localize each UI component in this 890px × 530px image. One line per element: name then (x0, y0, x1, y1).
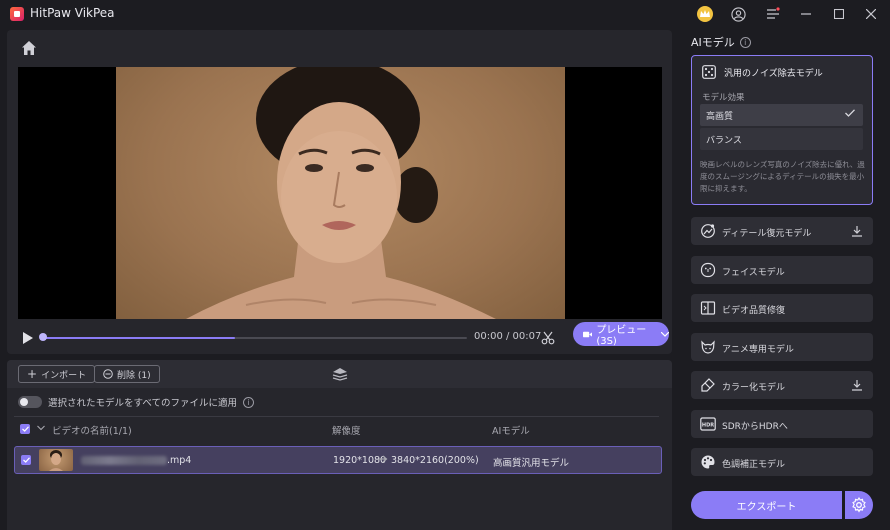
delete-label: 削除 (1) (117, 370, 151, 381)
svg-text:HDR: HDR (702, 423, 714, 429)
detail-icon (700, 223, 716, 239)
column-resolution: 解像度 (332, 426, 361, 437)
apply-all-row: 選択されたモデルをすべてのファイルに適用 i (18, 395, 254, 409)
video-thumbnail (39, 449, 73, 471)
model-label: ディテール復元モデル (722, 229, 812, 239)
export-label: エクスポート (736, 501, 797, 513)
model-sdr-hdr[interactable]: HDR SDRからHDRへ (691, 410, 873, 438)
download-icon[interactable] (851, 225, 863, 240)
delete-button[interactable]: 削除 (1) (94, 365, 160, 383)
divider (14, 416, 659, 417)
file-extension: .mp4 (167, 455, 192, 466)
selected-model-title: 汎用のノイズ除去モデル (724, 69, 823, 79)
panel-title-text: AIモデル (691, 36, 735, 49)
seek-progress (45, 337, 235, 339)
model-detail-restore[interactable]: ディテール復元モデル (691, 217, 873, 245)
model-anime[interactable]: アニメ専用モデル (691, 333, 873, 361)
plus-icon: + (27, 367, 38, 381)
app-logo-icon (10, 7, 24, 21)
row-model: 高画質汎用モデル (493, 458, 570, 469)
settings-gear-icon[interactable] (845, 491, 873, 519)
arrow-right-icon (379, 455, 388, 466)
selected-model-card[interactable]: 汎用のノイズ除去モデル モデル効果 高画質 バランス 映画レベルのレンズ写真のノ… (691, 55, 873, 205)
option-label: 高画質 (706, 111, 734, 122)
preview-button-label: プレビュー(3S) (596, 325, 647, 347)
info-icon[interactable]: i (242, 396, 254, 408)
video-preview (18, 67, 662, 319)
model-face[interactable]: フェイスモデル (691, 256, 873, 284)
file-list-panel: + インポート 削除 (1) 選択されたモデルをすべてのファイルに適用 i ビデ… (7, 360, 672, 530)
model-colorize[interactable]: カラー化モデル (691, 371, 873, 399)
model-label: 色調補正モデル (722, 460, 786, 470)
seek-handle[interactable] (39, 333, 47, 341)
column-model: AIモデル (492, 426, 530, 437)
seek-bar[interactable] (45, 337, 467, 339)
option-label: バランス (706, 135, 742, 146)
chevron-down-icon[interactable] (660, 329, 670, 340)
crown-icon[interactable] (697, 6, 713, 22)
model-label: アニメ専用モデル (722, 345, 794, 355)
info-icon[interactable]: i (739, 36, 751, 48)
account-icon[interactable] (730, 6, 746, 22)
menu-icon[interactable] (765, 6, 781, 22)
column-name: ビデオの名前(1/1) (52, 426, 132, 437)
minimize-button[interactable] (795, 4, 817, 24)
model-video-repair[interactable]: ビデオ品質修復 (691, 294, 873, 322)
model-color-grade[interactable]: 色調補正モデル (691, 448, 873, 476)
apply-all-toggle[interactable] (18, 396, 42, 408)
import-button[interactable]: + インポート (18, 365, 96, 383)
model-label: カラー化モデル (722, 383, 786, 393)
video-repair-icon (700, 300, 716, 316)
resolution-to: 3840*2160(200%) (391, 455, 479, 466)
import-label: インポート (41, 370, 87, 381)
colorize-icon (700, 377, 716, 393)
list-toolbar: + インポート 削除 (1) (7, 360, 672, 388)
row-checkbox[interactable] (21, 455, 31, 465)
play-icon[interactable] (22, 330, 34, 349)
video-frame-image (116, 67, 565, 319)
model-label: フェイスモデル (722, 268, 785, 278)
apply-all-label: 選択されたモデルをすべてのファイルに適用 (48, 398, 237, 409)
collapse-icon[interactable] (332, 366, 348, 385)
hdr-icon: HDR (700, 416, 716, 432)
model-effect-label: モデル効果 (702, 93, 745, 103)
option-high-quality[interactable]: 高画質 (700, 104, 863, 126)
dice-icon (702, 64, 716, 83)
minus-circle-icon (103, 369, 113, 379)
option-balance[interactable]: バランス (700, 128, 863, 150)
camera-icon (583, 331, 593, 337)
anime-icon (700, 339, 716, 355)
preview-panel: 00:00 / 00:07 プレビュー(3S) (7, 30, 672, 354)
check-icon (845, 109, 855, 120)
model-label: ビデオ品質修復 (722, 306, 786, 316)
panel-title: AIモデル i (691, 34, 751, 50)
export-button[interactable]: エクスポート (691, 491, 842, 519)
chevron-down-icon[interactable] (37, 423, 45, 434)
download-icon[interactable] (851, 379, 863, 394)
palette-icon (700, 454, 716, 470)
preview-button[interactable]: プレビュー(3S) (573, 322, 670, 347)
app-title: HitPaw VikPea (30, 6, 115, 20)
playback-controls: 00:00 / 00:07 プレビュー(3S) (18, 322, 670, 349)
maximize-button[interactable] (828, 4, 850, 24)
title-bar: HitPaw VikPea (0, 0, 890, 28)
face-icon (700, 262, 716, 278)
model-label: SDRからHDRへ (722, 422, 788, 432)
close-button[interactable] (860, 4, 882, 24)
file-name-blurred (81, 456, 167, 465)
time-display: 00:00 / 00:07 (474, 331, 542, 342)
table-row[interactable]: .mp4 1920*1080 3840*2160(200%) 高画質汎用モデル (14, 446, 662, 474)
model-description: 映画レベルのレンズ写真のノイズ除去に優れ、過度のスムージングによるディテールの損… (700, 160, 865, 193)
select-all-checkbox[interactable] (20, 424, 30, 434)
home-icon[interactable] (21, 40, 39, 58)
scissors-icon[interactable] (541, 330, 555, 349)
table-header: ビデオの名前(1/1) 解像度 AIモデル (14, 420, 659, 440)
